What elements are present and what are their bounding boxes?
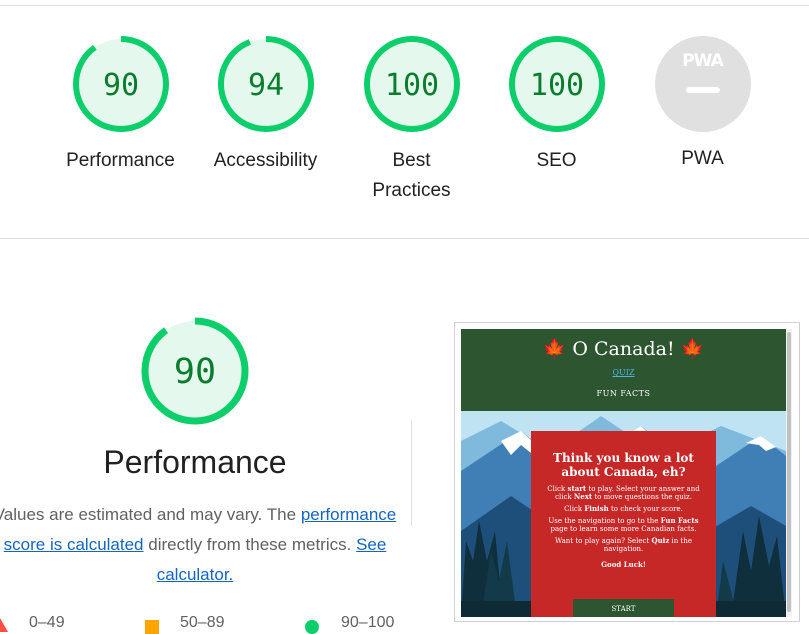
fail-triangle-icon <box>0 618 8 632</box>
legend-fail-range: 0–49 <box>29 614 65 631</box>
gauge-performance-label: Performance <box>66 150 175 171</box>
desc-text-1: Values are estimated and may vary. The <box>0 505 301 524</box>
legend-pass-range: 90–100 <box>341 614 395 631</box>
card-good-luck: Good Luck! <box>601 560 646 569</box>
card-instructions-3: Use the navigation to go to the Fun Fact… <box>548 516 699 534</box>
pwa-badge: PWA <box>654 36 751 132</box>
nav-fun-facts-link: FUN FACTS <box>596 389 651 398</box>
gauge-performance[interactable]: 90 Performance <box>48 34 193 176</box>
gauge-best-practices-score: 100 <box>384 68 438 103</box>
maple-leaf-icon: 🍁 <box>542 338 567 360</box>
gauge-accessibility[interactable]: 94 Accessibility <box>193 34 338 176</box>
card-instructions-4: Want to play again? Select Quiz in the n… <box>555 536 692 554</box>
site-title-text: O Canada! <box>572 338 675 360</box>
site-title: 🍁 O Canada! 🍁 <box>461 337 786 360</box>
start-button: START <box>573 599 674 617</box>
gauge-seo-score: 100 <box>529 68 583 103</box>
performance-big-score: 90 <box>174 352 216 392</box>
final-screenshot: 🍁 O Canada! 🍁 QUIZ FUN FACTS Think you k… <box>461 329 786 617</box>
performance-big-gauge: 90 <box>141 317 249 425</box>
gauge-seo[interactable]: 100 SEO <box>484 34 629 176</box>
desc-text-2: directly from these metrics. <box>143 535 357 554</box>
gauge-best-practices[interactable]: 100 Best Practices <box>339 34 484 206</box>
legend-average-range: 50–89 <box>180 614 225 631</box>
average-square-icon <box>145 620 159 634</box>
gauge-performance-score: 90 <box>102 68 138 103</box>
gauge-best-practices-ring: 100 <box>363 36 460 132</box>
card-heading: Think you know a lot about Canada, eh? <box>553 451 694 479</box>
gauge-best-practices-label: Best Practices <box>372 150 451 201</box>
section-divider <box>0 238 809 239</box>
nav-quiz-link: QUIZ <box>612 368 635 377</box>
gauge-seo-ring: 100 <box>508 36 605 132</box>
gauge-accessibility-ring: 94 <box>217 36 314 132</box>
top-divider <box>0 5 809 6</box>
pwa-badge-text: PWA <box>682 51 724 71</box>
gauge-pwa-label: PWA <box>681 148 724 169</box>
performance-title: Performance <box>103 444 287 480</box>
pwa-na-dash-icon <box>685 87 720 93</box>
pass-circle-icon <box>305 620 319 634</box>
gauge-pwa[interactable]: PWA PWA <box>630 36 775 174</box>
vertical-divider <box>411 420 412 526</box>
intro-card: Think you know a lot about Canada, eh? C… <box>531 431 716 617</box>
screenshot-scrollbar-thumb <box>787 332 791 612</box>
gauge-seo-label: SEO <box>536 150 577 171</box>
gauge-accessibility-score: 94 <box>247 68 283 103</box>
maple-leaf-icon: 🍁 <box>680 338 705 360</box>
gauge-accessibility-label: Accessibility <box>213 150 318 171</box>
gauge-performance-ring: 90 <box>72 36 169 132</box>
site-header: 🍁 O Canada! 🍁 QUIZ FUN FACTS <box>461 329 786 411</box>
card-instructions-1: Click start to play. Select your answer … <box>547 484 700 502</box>
performance-description: Values are estimated and may vary. The p… <box>0 500 400 590</box>
card-instructions-2: Click Finish to check your score. <box>564 504 683 514</box>
